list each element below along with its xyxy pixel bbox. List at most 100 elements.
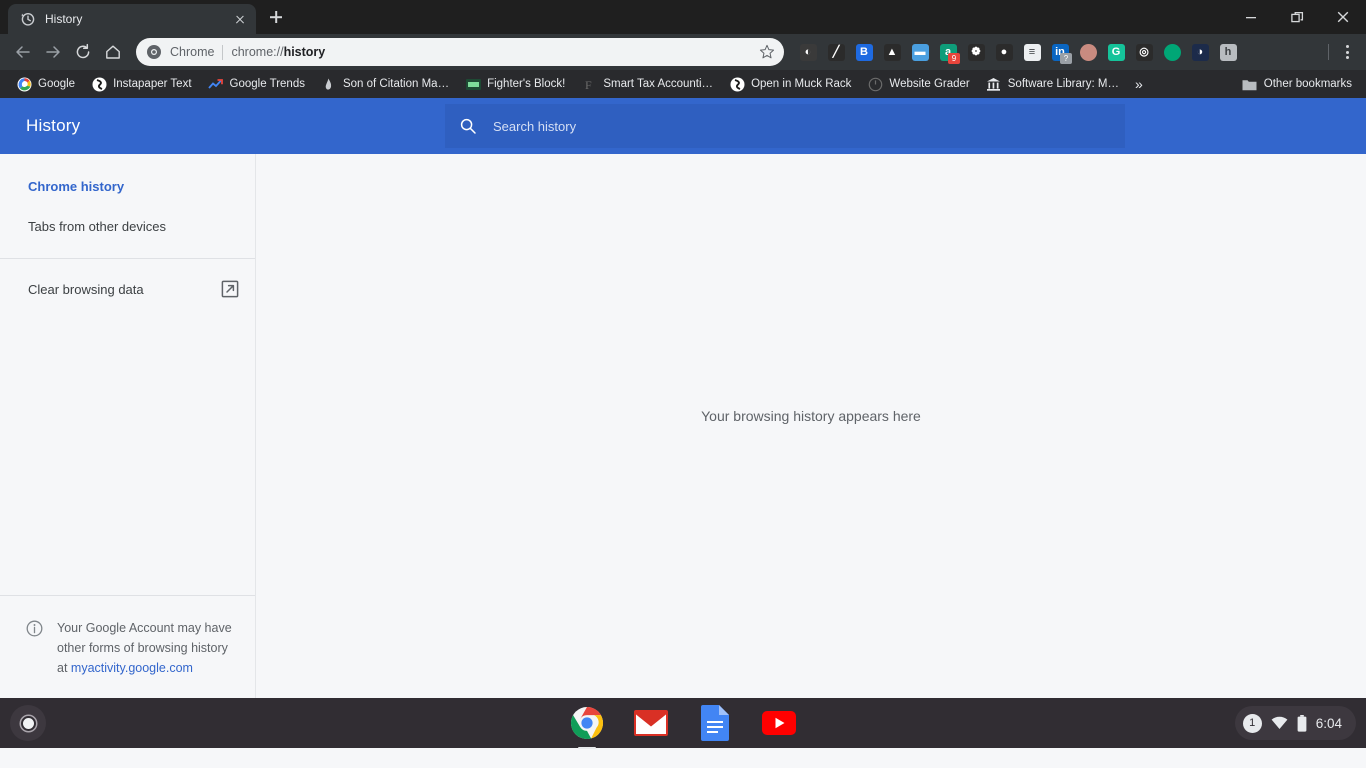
search-history-box[interactable]: [445, 104, 1125, 148]
address-bar[interactable]: Chrome chrome://history: [136, 38, 784, 66]
grammarly-extension[interactable]: G: [1102, 37, 1130, 67]
wifi-icon: [1271, 716, 1288, 729]
empty-state-message: Your browsing history appears here: [701, 408, 921, 424]
tab-close-icon[interactable]: [232, 11, 248, 27]
extension-badge: ?: [1060, 53, 1072, 64]
new-tab-button[interactable]: [262, 3, 290, 31]
browser-toolbar: Chrome chrome://history ◐ ╱ B ▲ ▬ a 9 ❁ ● ≡ in? G ◎ ◑…: [0, 34, 1366, 70]
sidebar-item-tabs-from-other-devices[interactable]: Tabs from other devices: [0, 206, 255, 246]
bookmark-item[interactable]: Instapaper Text: [83, 72, 199, 96]
bookmarks-overflow-button[interactable]: »: [1127, 77, 1151, 91]
extension-badge: 9: [948, 53, 960, 64]
highlighter-extension[interactable]: ╱: [822, 37, 850, 67]
clock-time: 6:04: [1315, 715, 1342, 731]
bitly-extension[interactable]: B: [850, 37, 878, 67]
location-pin-extension[interactable]: [1158, 37, 1186, 67]
mailtrack-extension[interactable]: ◎: [1130, 37, 1158, 67]
search-input[interactable]: [493, 118, 1125, 134]
sidebar-account-note: Your Google Account may have other forms…: [0, 595, 255, 698]
website-grader-favicon: [867, 76, 883, 92]
info-icon: [26, 620, 43, 637]
ninja-extension[interactable]: ●: [990, 37, 1018, 67]
bookmark-star-icon[interactable]: [758, 43, 776, 61]
bookmark-item[interactable]: Software Library: M…: [978, 72, 1127, 96]
toolbar-separator: [1328, 44, 1329, 60]
history-header: History: [0, 98, 1366, 154]
bookmark-label: Software Library: M…: [1007, 78, 1119, 90]
home-button[interactable]: [98, 37, 128, 67]
grammar-extension[interactable]: a9: [934, 37, 962, 67]
folder-icon: [1242, 76, 1258, 92]
bookmark-label: Website Grader: [889, 78, 970, 90]
extension-glyph: ▬: [911, 43, 929, 61]
svg-text:F: F: [585, 78, 592, 92]
history-content: Your browsing history appears here: [256, 154, 1366, 698]
bookmark-label: Google: [38, 78, 76, 90]
system-tray[interactable]: 1 6:04: [1234, 706, 1356, 740]
sidebar-item-clear-browsing-data[interactable]: Clear browsing data: [0, 269, 255, 309]
forward-button[interactable]: [38, 37, 68, 67]
notification-count-badge[interactable]: 1: [1242, 713, 1262, 733]
account-note-prefix: at: [57, 661, 71, 675]
shelf-app-gmail[interactable]: [633, 705, 669, 741]
shelf-app-youtube[interactable]: [761, 705, 797, 741]
reload-button[interactable]: [68, 37, 98, 67]
pocket-extension[interactable]: ◐: [794, 37, 822, 67]
extension-glyph: [1079, 43, 1097, 61]
clear-browsing-data-label: Clear browsing data: [28, 281, 144, 297]
muckrack-favicon: [729, 76, 745, 92]
extension-glyph: ▲: [883, 43, 901, 61]
browser-tab-history[interactable]: History: [8, 4, 256, 34]
search-icon: [460, 118, 476, 134]
bookmark-item[interactable]: F Smart Tax Accounti…: [573, 72, 721, 96]
other-bookmarks-button[interactable]: Other bookmarks: [1234, 72, 1360, 96]
account-note-line2: other forms of browsing history: [57, 641, 228, 655]
extension-glyph: G: [1107, 43, 1125, 61]
trends-favicon: [208, 76, 224, 92]
external-link-icon: [221, 280, 239, 298]
semrush-extension[interactable]: ◑: [1186, 37, 1214, 67]
window-extension[interactable]: ▬: [906, 37, 934, 67]
bookmark-label: Instapaper Text: [113, 78, 192, 90]
google-drive-extension[interactable]: ▲: [878, 37, 906, 67]
minimize-icon: [1246, 17, 1256, 19]
bookmark-item[interactable]: Open in Muck Rack: [721, 72, 859, 96]
hubspot-extension[interactable]: h: [1214, 37, 1242, 67]
squirrel-extension[interactable]: ❁: [962, 37, 990, 67]
close-button[interactable]: [1320, 0, 1366, 34]
myactivity-link[interactable]: myactivity.google.com: [71, 661, 193, 675]
menu-dot: [1345, 56, 1349, 59]
evernote-extension[interactable]: ≡: [1018, 37, 1046, 67]
account-note-line1: Your Google Account may have: [57, 621, 232, 635]
extension-glyph: ◎: [1135, 43, 1153, 61]
shelf-app-list: [569, 705, 797, 741]
bookmark-item[interactable]: Google Trends: [200, 72, 313, 96]
minimize-button[interactable]: [1228, 0, 1274, 34]
window-controls: [1228, 0, 1366, 34]
bookmark-item[interactable]: Google: [8, 72, 83, 96]
omnibox-url[interactable]: chrome://history: [231, 45, 750, 59]
back-button[interactable]: [8, 37, 38, 67]
bookmark-item[interactable]: Website Grader: [859, 72, 977, 96]
extension-glyph: ●: [995, 43, 1013, 61]
forward-arrow-icon: [46, 46, 60, 58]
launcher-button[interactable]: [10, 705, 46, 741]
restore-icon: [1290, 11, 1303, 22]
circle-extension[interactable]: [1074, 37, 1102, 67]
bookmark-item[interactable]: Fighter's Block!: [457, 72, 573, 96]
youtube-icon: [762, 711, 796, 735]
tab-title: History: [45, 12, 83, 26]
sidebar-item-label: Chrome history: [28, 178, 125, 194]
omnibox-url-bold: history: [283, 45, 326, 59]
sidebar-item-chrome-history[interactable]: Chrome history: [0, 166, 255, 206]
linkedin-extension[interactable]: in?: [1046, 37, 1074, 67]
bookmark-item[interactable]: Son of Citation Ma…: [313, 72, 457, 96]
history-sidebar: Chrome history Tabs from other devices C…: [0, 154, 256, 698]
extension-glyph: ≡: [1023, 43, 1041, 61]
shelf-app-docs[interactable]: [697, 705, 733, 741]
fighters-block-favicon: [465, 76, 481, 92]
shelf-app-chrome[interactable]: [569, 705, 605, 741]
restore-button[interactable]: [1274, 0, 1320, 34]
extension-glyph: ◑: [1191, 43, 1209, 61]
chrome-menu-button[interactable]: [1334, 37, 1360, 67]
